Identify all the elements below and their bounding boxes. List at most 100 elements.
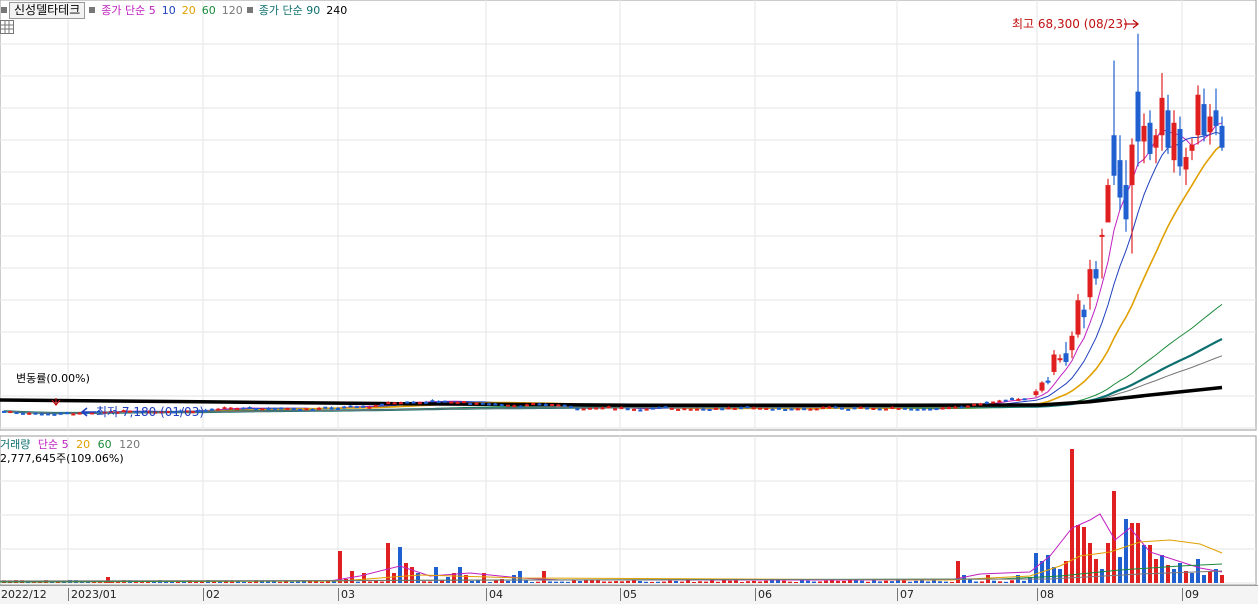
ma-legend-90: 종가 단순 90: [258, 4, 321, 17]
candle-body: [871, 408, 876, 411]
volume-bar: [848, 580, 852, 583]
candle-body: [254, 408, 258, 411]
volume-bar: [320, 581, 324, 583]
candle-body: [739, 407, 744, 410]
volume-bar: [626, 580, 630, 583]
volume-bar: [836, 580, 840, 583]
candle-body: [310, 408, 315, 411]
candle-body: [14, 412, 19, 415]
volume-bar: [752, 580, 756, 583]
volume-bar: [896, 580, 900, 583]
candle-body: [1129, 144, 1135, 186]
candle-body: [928, 408, 933, 411]
volume-bar: [818, 581, 822, 583]
volume-bar: [536, 581, 540, 583]
candle-body: [884, 408, 888, 411]
candle-body: [865, 407, 870, 410]
candle-body: [449, 401, 454, 404]
ma-legend-5: 종가 단순 5: [101, 4, 156, 17]
volume-bar: [1094, 559, 1098, 583]
volume-bar: [944, 581, 948, 583]
volume-bar: [722, 580, 726, 583]
volume-bar: [656, 581, 660, 583]
candle-body: [581, 408, 586, 411]
volume-bar: [1052, 567, 1056, 583]
volume-bar: [734, 580, 738, 583]
candle-body: [386, 402, 391, 405]
volume-bar: [908, 581, 912, 583]
grid-settings-icon[interactable]: [0, 20, 14, 34]
volume-ma-5: [0, 513, 1223, 582]
volume-bar: [1196, 559, 1200, 583]
candle-body: [1022, 398, 1027, 401]
candle-body: [398, 402, 403, 405]
candle-body: [291, 408, 296, 411]
candle-body: [524, 404, 529, 407]
ma-line-20: [3, 144, 1223, 414]
candle-body: [329, 407, 334, 410]
candle-body: [1057, 358, 1063, 361]
ma-legend-10: 10: [161, 3, 176, 17]
candle-body: [90, 412, 95, 415]
candle-body: [499, 404, 504, 407]
candle-body: [405, 401, 410, 404]
candle-body: [569, 406, 573, 409]
candle-body: [909, 408, 914, 411]
candle-body: [323, 406, 328, 409]
candle-body: [354, 406, 359, 409]
volume-bar: [1142, 545, 1146, 583]
volume-bar: [740, 581, 744, 583]
x-tick-label: 04: [486, 588, 503, 601]
candle-body: [436, 400, 441, 403]
volume-bar: [788, 581, 792, 583]
volume-bar: [776, 580, 780, 583]
volume-bar: [392, 573, 396, 583]
volume-bar: [296, 581, 300, 583]
candle-body: [285, 408, 290, 411]
candle-body: [392, 402, 397, 405]
volume-bar: [830, 580, 834, 583]
volume-bar: [872, 580, 876, 583]
volume-bar: [614, 581, 618, 583]
volume-bar: [980, 581, 984, 583]
volume-bar: [530, 581, 534, 583]
candle-body: [846, 408, 851, 411]
volume-bar: [596, 580, 600, 583]
stock-name[interactable]: 신성델타테크: [9, 1, 86, 19]
volume-bar: [758, 581, 762, 583]
candle-body: [808, 408, 813, 411]
candle-body: [770, 408, 775, 411]
volume-bar: [602, 581, 606, 583]
candle-body: [1099, 234, 1105, 237]
candle-body: [1207, 116, 1213, 133]
candle-body: [833, 406, 838, 409]
candle-body: [1105, 185, 1111, 223]
stock-chart[interactable]: 최고 68,300 (08/23) 변동률(0.00%) 최저 7,180 (0…: [0, 0, 1258, 603]
price-panel-frame: [0, 0, 1257, 431]
candle-body: [575, 408, 580, 411]
volume-bar: [1022, 580, 1026, 583]
candle-body: [367, 406, 372, 409]
volume-bar: [992, 580, 996, 583]
volume-bar: [248, 581, 252, 583]
candle-body: [663, 406, 668, 409]
candle-body: [1093, 269, 1099, 279]
candle-body: [1111, 135, 1117, 176]
candle-body: [474, 402, 479, 405]
volume-bar: [1220, 575, 1224, 583]
volume-bar: [422, 581, 426, 583]
candle-body: [676, 408, 681, 411]
ma-legend-20: 20: [181, 3, 196, 17]
candle-body: [480, 402, 485, 405]
volume-bar: [926, 581, 930, 583]
candle-body: [461, 401, 466, 404]
high-annotation: 최고 68,300 (08/23): [1012, 17, 1128, 31]
volume-bar: [920, 580, 924, 583]
candle-body: [984, 401, 989, 404]
candle-body: [228, 407, 233, 410]
candle-body: [1123, 185, 1129, 220]
volume-bar: [488, 581, 492, 583]
candle-body: [531, 403, 536, 406]
volume-bar: [800, 580, 804, 583]
candle-body: [543, 403, 548, 406]
